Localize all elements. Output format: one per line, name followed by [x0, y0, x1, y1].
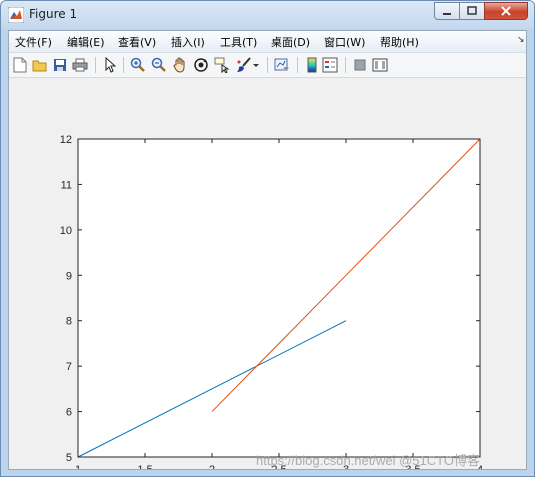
y-tick-label: 7: [66, 361, 72, 373]
menu-view[interactable]: 查看(V): [118, 34, 156, 50]
figure-client-area: 文件(F) 编辑(E) 查看(V) 插入(I) 工具(T) 桌面(D) 窗口(W…: [8, 30, 527, 476]
maximize-icon: [467, 6, 477, 15]
menu-tools[interactable]: 工具(T): [220, 34, 257, 50]
y-tick-label: 12: [60, 134, 72, 146]
hide-plot-tools-icon[interactable]: [351, 56, 369, 74]
figure-window: Figure 1 文件(F) 编辑(E) 查看(V) 插入(I) 工具(T) 桌…: [0, 0, 535, 477]
title-bar[interactable]: Figure 1: [1, 1, 534, 29]
x-tick-label: 1.5: [137, 464, 152, 469]
y-tick-label: 8: [66, 316, 72, 328]
menu-help[interactable]: 帮助(H): [380, 34, 419, 50]
menu-insert[interactable]: 插入(I): [171, 34, 205, 50]
figure-toolbar: [9, 53, 526, 78]
brush-dropdown-icon[interactable]: [251, 56, 261, 74]
zoom-in-icon[interactable]: [129, 56, 147, 74]
y-tick-label: 11: [61, 179, 72, 191]
new-figure-icon[interactable]: [11, 56, 29, 74]
rotate-3d-icon[interactable]: [192, 56, 210, 74]
minimize-icon: [443, 13, 451, 15]
pan-icon[interactable]: [171, 56, 189, 74]
matlab-logo-icon: [8, 7, 24, 23]
y-tick-label: 6: [66, 407, 72, 419]
menu-window[interactable]: 窗口(W): [324, 34, 365, 50]
watermark: https://blog.csdn.net/wei @51CTO博客: [256, 453, 480, 468]
close-icon: [501, 6, 511, 16]
show-plot-tools-icon[interactable]: [371, 56, 389, 74]
menu-bar: 文件(F) 编辑(E) 查看(V) 插入(I) 工具(T) 桌面(D) 窗口(W…: [9, 31, 526, 53]
menu-overflow-icon[interactable]: ↘: [517, 35, 525, 45]
y-tick-label: 5: [66, 452, 72, 464]
data-cursor-icon[interactable]: [213, 56, 231, 74]
pointer-icon[interactable]: [101, 56, 119, 74]
maximize-button[interactable]: [459, 2, 485, 20]
menu-edit[interactable]: 编辑(E): [67, 34, 105, 50]
print-icon[interactable]: [71, 56, 89, 74]
close-button[interactable]: [484, 2, 528, 20]
y-tick-label: 9: [66, 270, 72, 282]
plot-area: 11.522.533.5456789101112: [9, 78, 526, 476]
minimize-button[interactable]: [434, 2, 460, 20]
line-chart[interactable]: 11.522.533.5456789101112: [9, 78, 526, 476]
colorbar-icon[interactable]: [303, 56, 321, 74]
link-plot-icon[interactable]: [273, 56, 291, 74]
axes-background: [78, 139, 480, 457]
y-tick-label: 10: [60, 225, 72, 237]
x-tick-label: 1: [75, 464, 81, 469]
menu-desktop[interactable]: 桌面(D): [271, 34, 310, 50]
open-file-icon[interactable]: [31, 56, 49, 74]
window-title: Figure 1: [29, 7, 78, 21]
menu-file[interactable]: 文件(F): [15, 34, 52, 50]
x-tick-label: 2: [209, 464, 215, 469]
save-icon[interactable]: [51, 56, 69, 74]
legend-icon[interactable]: [321, 56, 339, 74]
zoom-out-icon[interactable]: [150, 56, 168, 74]
